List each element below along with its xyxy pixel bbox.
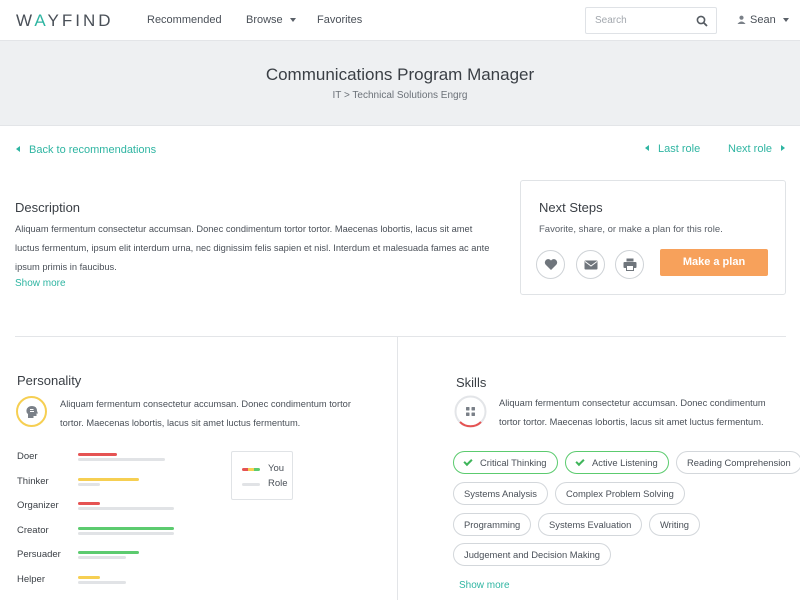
trait-role-bar bbox=[78, 531, 174, 535]
trait-you-bar bbox=[78, 477, 139, 481]
description-text: Aliquam fermentum consectetur accumsan. … bbox=[15, 224, 490, 272]
check-icon bbox=[463, 456, 473, 467]
skill-pill-label: Writing bbox=[660, 519, 689, 530]
trait-role-bar bbox=[78, 581, 126, 584]
skills-show-more-link[interactable]: Show more bbox=[459, 580, 510, 591]
trait-you-bar bbox=[78, 576, 100, 579]
mail-icon bbox=[584, 260, 597, 269]
heart-icon bbox=[544, 259, 557, 270]
next-role-link[interactable]: Next role bbox=[728, 143, 786, 155]
skill-pill-label: Critical Thinking bbox=[480, 457, 547, 468]
personality-legend: You Role bbox=[231, 451, 293, 500]
skills-title: Skills bbox=[456, 375, 487, 390]
skill-pill-label: Programming bbox=[464, 519, 521, 530]
trait-role-bar bbox=[78, 458, 165, 461]
nav-recommended[interactable]: Recommended bbox=[147, 14, 222, 26]
skill-pill[interactable]: Systems Evaluation bbox=[538, 513, 643, 536]
skill-pill[interactable]: Writing bbox=[649, 513, 700, 536]
skills-text: Aliquam fermentum consectetur accumsan. … bbox=[499, 398, 766, 427]
logo[interactable]: WAYFIND bbox=[16, 11, 114, 31]
trait-label: Persuader bbox=[17, 549, 61, 561]
legend-role-swatch bbox=[242, 483, 260, 486]
skills-badge bbox=[454, 395, 487, 428]
legend-you-label: You bbox=[268, 463, 285, 474]
nav-browse-label: Browse bbox=[246, 14, 283, 26]
share-button[interactable] bbox=[576, 250, 605, 279]
trait-role-bar bbox=[78, 482, 100, 486]
head-profile-icon bbox=[25, 405, 38, 418]
logo-accent: A bbox=[34, 11, 48, 30]
last-role-label: Last role bbox=[658, 143, 701, 155]
skill-pill-label: Reading Comprehension bbox=[687, 457, 791, 468]
skill-pill[interactable]: Active Listening bbox=[565, 451, 669, 474]
skill-pill[interactable]: Programming bbox=[453, 513, 532, 536]
make-a-plan-button[interactable]: Make a plan bbox=[660, 249, 768, 276]
next-role-label: Next role bbox=[728, 143, 773, 155]
skill-pill[interactable]: Complex Problem Solving bbox=[555, 482, 685, 505]
section-divider bbox=[15, 336, 786, 337]
search-input[interactable] bbox=[595, 15, 690, 26]
skill-pill-label: Systems Analysis bbox=[464, 488, 537, 499]
trait-role-bar bbox=[78, 556, 126, 560]
trait-you-bar bbox=[78, 551, 139, 555]
description-title: Description bbox=[15, 200, 81, 215]
trait-you-bar bbox=[78, 453, 117, 456]
user-menu[interactable]: Sean bbox=[737, 14, 789, 26]
last-role-link[interactable]: Last role bbox=[645, 143, 700, 155]
trait-label: Organizer bbox=[17, 500, 59, 512]
personality-title: Personality bbox=[17, 373, 82, 388]
next-steps-title: Next Steps bbox=[539, 200, 603, 215]
grid-icon bbox=[466, 407, 475, 416]
personality-badge bbox=[16, 396, 47, 427]
skill-pill-label: Complex Problem Solving bbox=[566, 488, 674, 499]
nav-browse[interactable]: Browse bbox=[246, 14, 296, 26]
next-steps-subtitle: Favorite, share, or make a plan for this… bbox=[539, 224, 723, 235]
nav-favorites[interactable]: Favorites bbox=[317, 14, 362, 26]
trait-label: Creator bbox=[17, 524, 49, 536]
user-icon bbox=[737, 15, 746, 24]
description-show-more-link[interactable]: Show more bbox=[15, 278, 66, 289]
skill-pill-label: Systems Evaluation bbox=[549, 519, 632, 530]
search-icon[interactable] bbox=[696, 15, 708, 27]
caret-left-icon bbox=[645, 145, 649, 151]
skill-pill[interactable]: Critical Thinking bbox=[453, 451, 558, 474]
legend-role-label: Role bbox=[268, 478, 288, 489]
chevron-down-icon bbox=[782, 18, 789, 23]
print-button[interactable] bbox=[615, 250, 644, 279]
legend-you-swatch bbox=[242, 468, 260, 471]
column-divider bbox=[397, 337, 398, 600]
caret-left-icon bbox=[16, 146, 20, 152]
skill-pill-label: Active Listening bbox=[592, 457, 658, 468]
caret-right-icon bbox=[781, 145, 786, 151]
trait-you-bar bbox=[78, 526, 174, 530]
trait-role-bar bbox=[78, 507, 174, 511]
back-link-label: Back to recommendations bbox=[29, 144, 157, 156]
skill-pill[interactable]: Judgement and Decision Making bbox=[453, 543, 612, 566]
trait-you-bar bbox=[78, 502, 100, 506]
skill-pill[interactable]: Systems Analysis bbox=[453, 482, 548, 505]
role-header: Communications Program Manager IT > Tech… bbox=[0, 41, 800, 126]
search-box bbox=[585, 7, 717, 34]
skill-pill-label: Judgement and Decision Making bbox=[464, 549, 601, 560]
check-icon bbox=[575, 456, 585, 467]
breadcrumb: IT > Technical Solutions Engrg bbox=[332, 90, 468, 101]
trait-label: Helper bbox=[17, 574, 45, 585]
top-bar: WAYFIND Recommended Browse Favorites Sea… bbox=[0, 0, 800, 41]
trait-label: Doer bbox=[17, 451, 38, 462]
back-to-recommendations-link[interactable]: Back to recommendations bbox=[16, 144, 156, 156]
logo-text: W bbox=[16, 11, 35, 30]
print-icon bbox=[623, 258, 636, 271]
page-title: Communications Program Manager bbox=[265, 65, 535, 84]
trait-label: Thinker bbox=[17, 475, 49, 487]
skill-pill[interactable]: Reading Comprehension bbox=[676, 451, 800, 474]
user-name: Sean bbox=[750, 14, 776, 26]
next-steps-card: Next Steps Favorite, share, or make a pl… bbox=[520, 180, 786, 295]
chevron-down-icon bbox=[289, 18, 296, 23]
favorite-button[interactable] bbox=[536, 250, 565, 279]
logo-text-suffix: YFIND bbox=[47, 11, 114, 30]
personality-text: Aliquam fermentum consectetur accumsan. … bbox=[60, 399, 351, 428]
